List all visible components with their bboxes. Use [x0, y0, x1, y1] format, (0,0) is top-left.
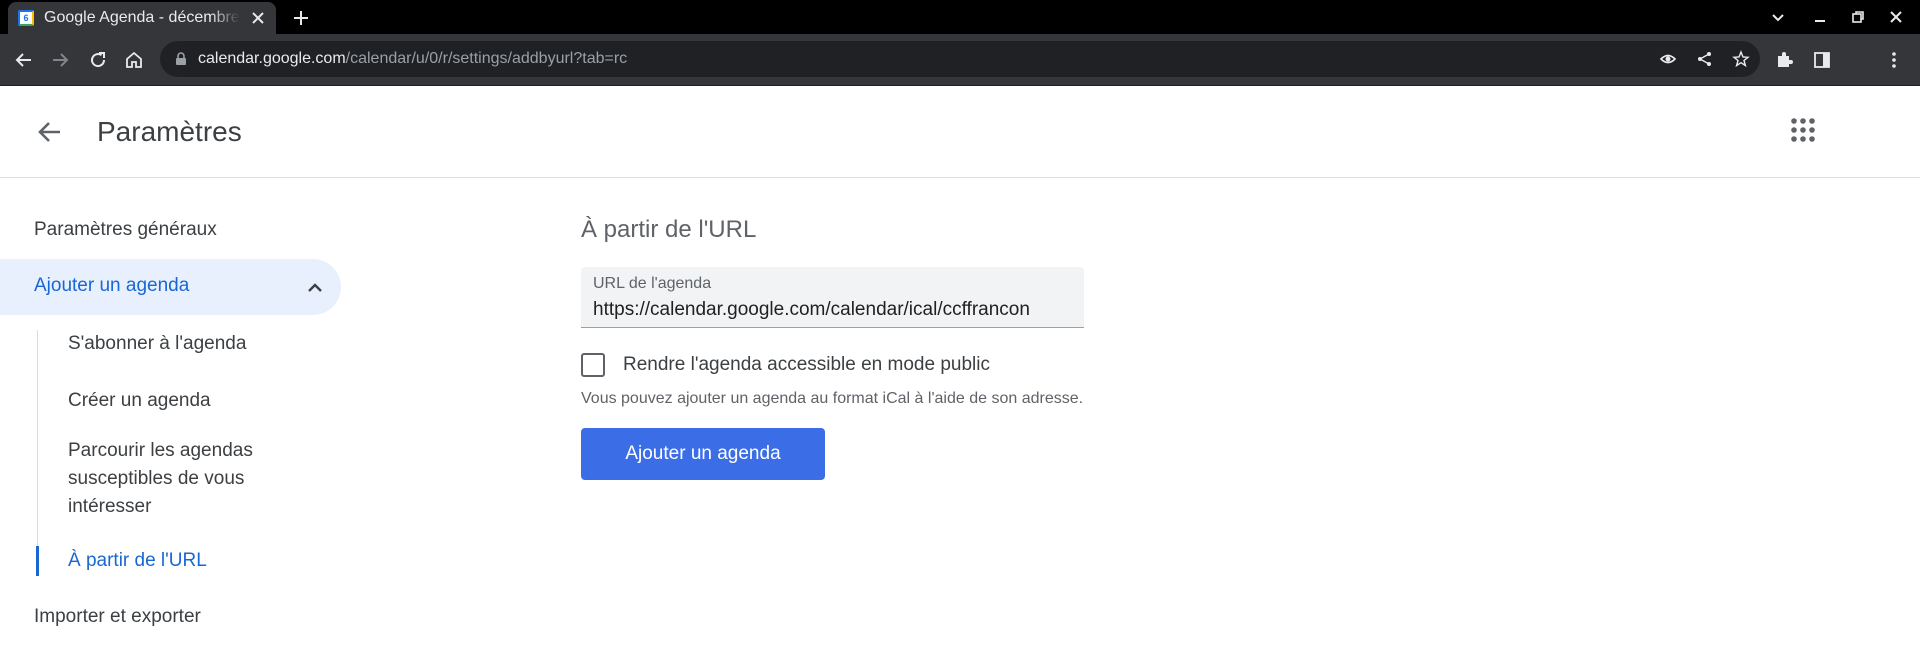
from-url-section: À partir de l'URL URL de l'agenda Rendre… — [581, 178, 1881, 663]
settings-header: Paramètres — [0, 86, 1920, 178]
home-icon[interactable] — [124, 50, 144, 70]
section-title: À partir de l'URL — [581, 216, 757, 243]
browser-toolbar: calendar.google.com/calendar/u/0/r/setti… — [0, 34, 1920, 86]
public-checkbox[interactable] — [581, 353, 605, 377]
share-icon[interactable] — [1696, 50, 1714, 68]
sidebar-item-add-calendar[interactable]: Ajouter un agenda — [0, 259, 341, 315]
url-text[interactable]: calendar.google.com/calendar/u/0/r/setti… — [198, 50, 627, 68]
sidebar-item-subscribe[interactable]: S'abonner à l'agenda — [68, 330, 308, 358]
bookmark-star-icon[interactable] — [1732, 50, 1750, 68]
chevron-up-icon[interactable] — [304, 277, 326, 299]
reload-icon[interactable] — [88, 50, 108, 70]
sidebar-item-create[interactable]: Créer un agenda — [68, 387, 308, 415]
calendar-url-field[interactable]: URL de l'agenda — [581, 267, 1084, 328]
sidebar-item-browse[interactable]: Parcourir les agendas susceptibles de vo… — [68, 437, 298, 521]
browser-tab-strip: 6 Google Agenda - décembre — [0, 0, 1920, 34]
public-checkbox-row[interactable]: Rendre l'agenda accessible en mode publi… — [581, 351, 990, 379]
tab-search-icon[interactable] — [1770, 9, 1786, 25]
sidebar-item-general[interactable]: Paramètres généraux — [34, 219, 217, 241]
restore-icon[interactable] — [1850, 9, 1866, 25]
side-panel-icon[interactable] — [1812, 50, 1832, 70]
address-bar[interactable]: calendar.google.com/calendar/u/0/r/setti… — [160, 41, 1760, 77]
new-tab-icon[interactable] — [292, 9, 310, 27]
url-path: /calendar/u/0/r/settings/addbyurl?tab=rc — [345, 50, 628, 67]
close-tab-icon[interactable] — [250, 10, 266, 26]
url-host: calendar.google.com — [198, 50, 346, 67]
subnav-active-indicator — [36, 546, 39, 576]
browser-tab[interactable]: 6 Google Agenda - décembre — [8, 2, 276, 34]
close-window-icon[interactable] — [1888, 9, 1904, 25]
back-arrow-icon[interactable] — [36, 118, 64, 146]
calendar-url-input[interactable] — [593, 299, 1079, 321]
lock-icon[interactable] — [174, 52, 188, 66]
google-apps-icon[interactable] — [1790, 117, 1816, 143]
public-checkbox-label[interactable]: Rendre l'agenda accessible en mode publi… — [623, 354, 990, 376]
sidebar-item-label: Ajouter un agenda — [34, 275, 190, 296]
forward-nav-icon[interactable] — [50, 50, 70, 70]
helper-text: Vous pouvez ajouter un agenda au format … — [581, 390, 1084, 407]
extensions-icon[interactable] — [1774, 50, 1794, 70]
calendar-favicon-icon: 6 — [18, 10, 34, 26]
back-nav-icon[interactable] — [14, 50, 34, 70]
url-field-label: URL de l'agenda — [593, 275, 712, 292]
sidebar-item-from-url[interactable]: À partir de l'URL — [68, 547, 308, 575]
eye-icon[interactable] — [1659, 50, 1677, 68]
browser-menu-icon[interactable] — [1884, 50, 1904, 70]
sidebar-item-import-export[interactable]: Importer et exporter — [34, 606, 201, 628]
page-title: Paramètres — [97, 116, 242, 147]
add-calendar-button[interactable]: Ajouter un agenda — [581, 428, 825, 480]
subnav-divider — [37, 330, 38, 558]
settings-sidebar: Paramètres généraux Ajouter un agenda S'… — [0, 178, 360, 663]
tab-title: Google Agenda - décembre — [44, 9, 240, 26]
minimize-icon[interactable] — [1812, 9, 1828, 25]
